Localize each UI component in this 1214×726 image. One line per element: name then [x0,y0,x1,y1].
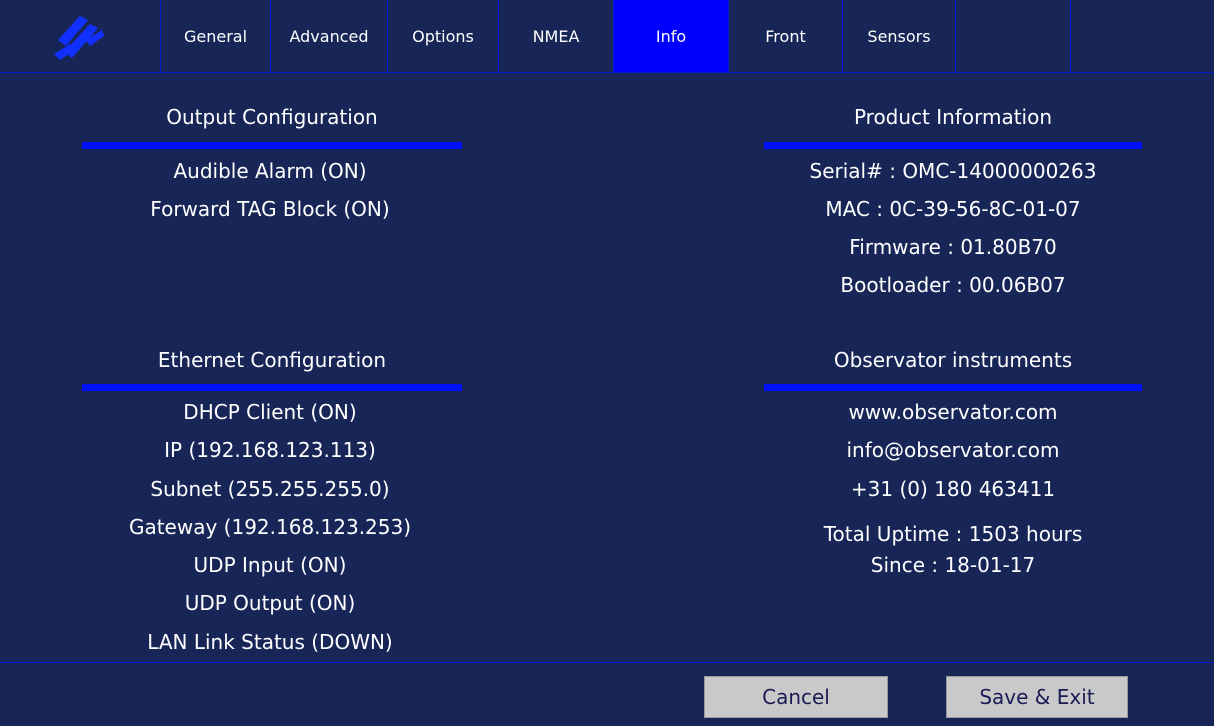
tab-sensors[interactable]: Sensors [842,0,955,72]
observator-logo-icon [54,16,104,60]
product-info-title: Product Information [853,105,1053,129]
ethernet-config-title: Ethernet Configuration [157,348,387,372]
observator-underline [764,384,1142,391]
ethernet-item-dhcp: DHCP Client (ON) [183,400,357,424]
ethernet-item-udp-output: UDP Output (ON) [184,591,356,615]
output-config-title: Output Configuration [166,105,378,129]
output-config-item-audible-alarm: Audible Alarm (ON) [173,159,367,183]
output-config-item-forward-tag: Forward TAG Block (ON) [150,197,390,221]
ethernet-config-underline [82,384,462,391]
tab-front[interactable]: Front [728,0,842,72]
observator-since: Since : 18-01-17 [870,553,1036,577]
ethernet-item-ip: IP (192.168.123.113) [164,438,376,462]
tab-empty-2 [1070,0,1214,72]
product-info-firmware: Firmware : 01.80B70 [849,235,1057,259]
tab-options[interactable]: Options [387,0,498,72]
observator-title: Observator instruments [833,348,1073,372]
tab-info[interactable]: Info [613,0,728,72]
tab-nmea[interactable]: NMEA [498,0,613,72]
top-nav-bar: General Advanced Options NMEA Info Front… [0,0,1214,73]
observator-total-uptime: Total Uptime : 1503 hours [823,522,1083,546]
observator-phone: +31 (0) 180 463411 [850,477,1056,501]
tab-advanced[interactable]: Advanced [270,0,387,72]
ethernet-item-lan-link: LAN Link Status (DOWN) [147,630,393,654]
ethernet-item-udp-input: UDP Input (ON) [193,553,347,577]
tab-empty-1 [955,0,1070,72]
product-info-serial: Serial# : OMC-14000000263 [809,159,1097,183]
save-exit-button[interactable]: Save & Exit [946,676,1128,718]
logo [0,0,160,72]
ethernet-item-gateway: Gateway (192.168.123.253) [128,515,412,539]
product-info-underline [764,142,1142,149]
product-info-bootloader: Bootloader : 00.06B07 [840,273,1066,297]
ethernet-item-subnet: Subnet (255.255.255.0) [150,477,390,501]
cancel-button[interactable]: Cancel [704,676,888,718]
tab-general[interactable]: General [160,0,270,72]
output-config-underline [82,142,462,149]
observator-website: www.observator.com [848,400,1058,424]
observator-email: info@observator.com [846,438,1060,462]
product-info-mac: MAC : 0C-39-56-8C-01-07 [825,197,1081,221]
